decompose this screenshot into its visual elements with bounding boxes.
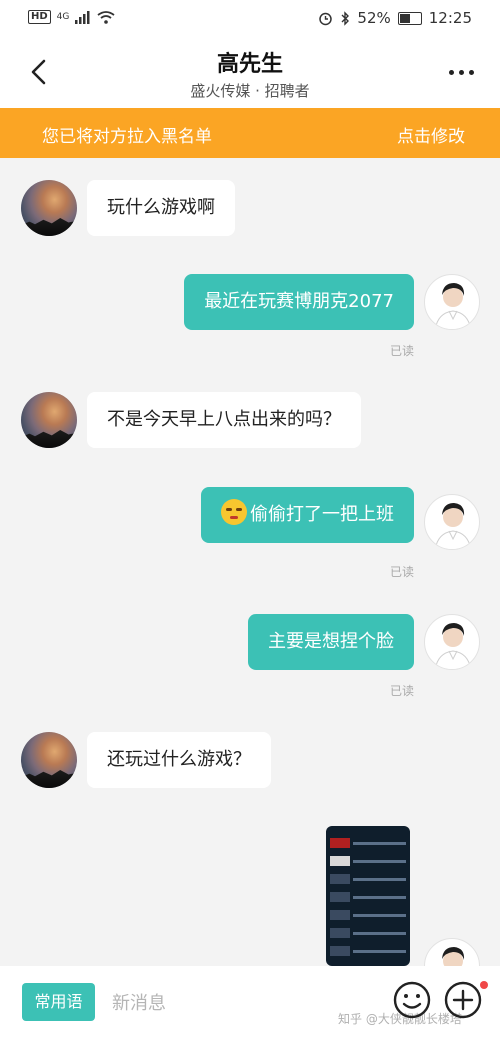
message-text: 偷偷打了一把上班 — [250, 504, 394, 525]
modify-blacklist-link[interactable]: 点击修改 — [397, 122, 465, 147]
self-avatar[interactable] — [424, 274, 480, 330]
input-bar: 常用语 知乎 @大侠靓靓长楼塔 — [0, 966, 500, 1038]
self-avatar[interactable] — [424, 614, 480, 670]
quick-phrases-button[interactable]: 常用语 — [22, 983, 95, 1021]
user-portrait-icon — [434, 283, 472, 329]
hd-badge: HD — [28, 10, 51, 24]
user-portrait-icon — [434, 503, 472, 549]
game-title-line — [353, 913, 406, 917]
smiley-icon — [393, 981, 431, 1019]
wifi-icon — [97, 10, 115, 24]
blacklist-notice: 您已将对方拉入黑名单 — [42, 127, 212, 147]
message-text: 玩什么游戏啊 — [107, 197, 215, 218]
message-bubble-received[interactable]: 还玩过什么游戏？ — [87, 732, 271, 788]
more-dot-icon — [449, 70, 454, 75]
game-title-line — [353, 859, 406, 863]
game-title-line — [353, 931, 406, 935]
game-thumbnail — [330, 892, 350, 902]
more-options-button[interactable] — [449, 70, 474, 75]
game-title-line — [353, 841, 406, 845]
more-dot-icon — [459, 70, 464, 75]
battery-level — [399, 13, 410, 23]
image-message[interactable] — [326, 826, 410, 966]
message-bubble-sent[interactable]: 主要是想捏个脸 — [248, 614, 414, 670]
alarm-icon — [319, 12, 333, 25]
more-actions-button[interactable] — [443, 980, 483, 1020]
blacklist-banner: 您已将对方拉入黑名单 点击修改 — [0, 108, 500, 158]
contact-name: 高先生 — [216, 52, 283, 77]
game-list-row — [330, 908, 406, 922]
game-list-row — [330, 944, 406, 958]
game-list-row — [330, 926, 406, 940]
message-text: 主要是想捏个脸 — [268, 631, 394, 652]
game-list-row — [330, 854, 406, 868]
game-thumbnail — [330, 874, 350, 884]
game-title-line — [353, 895, 406, 899]
plus-icon — [444, 981, 482, 1019]
game-list-row — [330, 836, 406, 850]
read-status: 已读 — [390, 344, 415, 358]
message-bubble-received[interactable]: 玩什么游戏啊 — [87, 180, 235, 236]
game-thumbnail — [330, 946, 350, 956]
contact-avatar[interactable] — [21, 392, 77, 448]
notification-dot — [480, 981, 488, 989]
clock-time: 12:25 — [428, 9, 472, 27]
game-title-line — [353, 877, 406, 881]
message-text: 最近在玩赛博朋克2077 — [204, 291, 394, 312]
contact-avatar[interactable] — [21, 180, 77, 236]
network-type: 4G — [56, 11, 70, 22]
status-bar: HD 4G 52% 12:25 — [0, 0, 500, 38]
message-input[interactable] — [110, 986, 314, 1020]
message-text: 还玩过什么游戏？ — [107, 749, 251, 770]
status-right: 52% 12:25 — [318, 9, 472, 27]
game-thumbnail — [330, 928, 350, 938]
game-thumbnail — [330, 838, 350, 848]
emoji-button[interactable] — [392, 980, 432, 1020]
game-thumbnail — [330, 856, 350, 866]
game-list-row — [330, 890, 406, 904]
game-thumbnail — [330, 910, 350, 920]
message-bubble-received[interactable]: 不是今天早上八点出来的吗？ — [87, 392, 361, 448]
user-portrait-icon — [434, 623, 472, 669]
message-bubble-sent[interactable]: 偷偷打了一把上班 — [201, 487, 414, 543]
message-text: 不是今天早上八点出来的吗？ — [107, 409, 341, 430]
battery-icon — [397, 11, 422, 25]
battery-percent: 52% — [357, 9, 391, 27]
read-status: 已读 — [390, 565, 415, 579]
message-bubble-sent[interactable]: 最近在玩赛博朋克2077 — [184, 274, 414, 330]
shushing-face-icon — [221, 499, 247, 525]
self-avatar[interactable] — [424, 494, 480, 550]
game-title-line — [353, 949, 406, 953]
more-dot-icon — [469, 70, 474, 75]
bluetooth-icon — [341, 10, 350, 26]
status-left: HD 4G — [28, 10, 115, 24]
contact-avatar[interactable] — [21, 732, 77, 788]
signal-icon — [75, 10, 90, 24]
read-status: 已读 — [390, 684, 415, 698]
contact-company-role: 盛火传媒 · 招聘者 — [190, 82, 310, 100]
game-list-row — [330, 872, 406, 886]
chat-header: 高先生 盛火传媒 · 招聘者 — [0, 38, 500, 108]
